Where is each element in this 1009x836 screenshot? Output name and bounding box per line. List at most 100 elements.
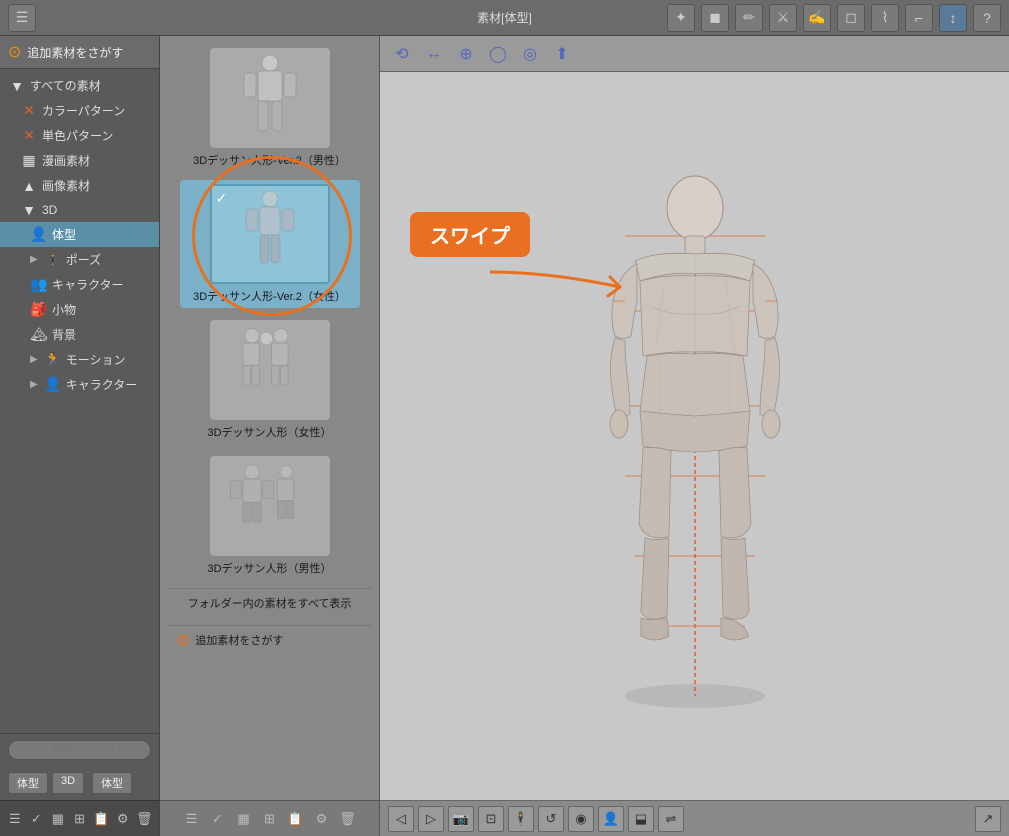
export-icon[interactable]: ↗ — [975, 806, 1001, 832]
sb-icon-3[interactable]: ▦ — [47, 808, 69, 830]
material-panel: 3Dデッサン人形-Ver.2（男性） ✓ — [160, 36, 380, 836]
mat-bottom-5[interactable]: 📋 — [285, 808, 307, 830]
sidebar-search — [0, 733, 159, 766]
toolbar-icon-6[interactable]: ◻ — [837, 4, 865, 32]
mat-bottom-1[interactable]: ☰ — [181, 808, 203, 830]
playback-next[interactable]: ▷ — [418, 806, 444, 832]
add-material-label: 追加素材をさがす — [195, 632, 283, 648]
sidebar-item-label: 体型 — [52, 226, 76, 243]
figure-icon[interactable]: 🕴 — [508, 806, 534, 832]
sidebar-item-mono[interactable]: ✕ 単色パターン — [0, 123, 159, 148]
anim-icon[interactable]: ◉ — [568, 806, 594, 832]
tag-body[interactable]: 体型 — [8, 772, 48, 794]
frame-icon[interactable]: ⊡ — [478, 806, 504, 832]
layers-icon[interactable]: ⬓ — [628, 806, 654, 832]
body-icon: 👤 — [30, 226, 48, 243]
sidebar-item-all[interactable]: ▼ すべての素材 — [0, 73, 159, 98]
material-item-female[interactable]: 3Dデッサン人形（女性） — [180, 316, 360, 444]
sidebar-item-body[interactable]: 👤 体型 — [0, 222, 159, 247]
toolbar-icon-2[interactable]: ◼ — [701, 4, 729, 32]
sidebar-bottom: ☰ ✓ ▦ ⊞ 📋 ⚙ 🗑 — [0, 800, 159, 836]
material-item-male-v2[interactable]: 3Dデッサン人形-Ver.2（男性） — [180, 44, 360, 172]
toolbar-icon-5[interactable]: ✍ — [803, 4, 831, 32]
sb-icon-4[interactable]: ⊞ — [69, 808, 91, 830]
sb-icon-5[interactable]: 📋 — [90, 808, 112, 830]
mono-icon: ✕ — [20, 127, 38, 144]
canvas-bottom-left: ◁ ▷ 📷 ⊡ 🕴 ↺ ◉ 👤 ⬓ ⇌ — [388, 806, 684, 832]
swipe-label: スワイプ — [410, 212, 530, 257]
bg-icon: 🏔 — [30, 326, 48, 343]
canvas-icon-up[interactable]: ⬆ — [548, 40, 576, 68]
canvas-icon-scale[interactable]: ⊕ — [452, 40, 480, 68]
canvas-icon-move[interactable]: ↔ — [420, 40, 448, 68]
toolbar-icon-4[interactable]: ⚔ — [769, 4, 797, 32]
sidebar-item-label: キャラクター — [52, 276, 124, 293]
mat-bottom-2[interactable]: ✓ — [207, 808, 229, 830]
person-icon[interactable]: 👤 — [598, 806, 624, 832]
material-thumb-female — [210, 320, 330, 420]
menu-icon[interactable]: ☰ — [8, 4, 36, 32]
left-sidebar: ⊙ 追加素材をさがす ▼ すべての素材 ✕ カラーパターン ✕ 単色パターン ▦… — [0, 36, 160, 836]
mat-bottom-3[interactable]: ▦ — [233, 808, 255, 830]
toolbar-icon-7[interactable]: ⌇ — [871, 4, 899, 32]
pose-icon: 🕴 — [44, 251, 62, 268]
toolbar-icon-3[interactable]: ✏ — [735, 4, 763, 32]
sb-icon-6[interactable]: ⚙ — [112, 808, 134, 830]
help-icon[interactable]: ? — [973, 4, 1001, 32]
mat-bottom-4[interactable]: ⊞ — [259, 808, 281, 830]
sidebar-item-manga[interactable]: ▦ 漫画素材 — [0, 148, 159, 173]
char2-icon: 👤 — [44, 376, 62, 393]
material-thumb-male-v2 — [210, 48, 330, 148]
sidebar-item-label: 単色パターン — [42, 127, 113, 144]
folder-show-all[interactable]: フォルダー内の素材をすべて表示 — [168, 588, 371, 617]
canvas-icon-select[interactable]: ◯ — [484, 40, 512, 68]
sidebar-item-bg[interactable]: 🏔 背景 — [0, 322, 159, 347]
canvas-main[interactable]: スワイプ — [380, 72, 1009, 800]
window-title: 素材[体型] — [477, 9, 532, 26]
sidebar-item-pose[interactable]: ▶ 🕴 ポーズ — [0, 247, 159, 272]
manga-icon: ▦ — [20, 152, 38, 169]
material-label-3: 3Dデッサン人形（女性） — [207, 424, 331, 440]
sb-icon-2[interactable]: ✓ — [26, 808, 48, 830]
pose-arrow: ▶ — [30, 254, 38, 265]
canvas-bottom-right: ↗ — [975, 806, 1001, 832]
sidebar-item-props[interactable]: 🎒 小物 — [0, 297, 159, 322]
sidebar-item-3d[interactable]: ▼ 3D — [0, 198, 159, 222]
material-item-female-v2[interactable]: ✓ 3Dデッサン人形-Ver.2（女性） — [180, 180, 360, 308]
material-item-male[interactable]: 3Dデッサン人形（男性） — [180, 452, 360, 580]
canvas-icon-rotate[interactable]: ⟲ — [388, 40, 416, 68]
toolbar-icon-8[interactable]: ⌐ — [905, 4, 933, 32]
mat-bottom-6[interactable]: ⚙ — [311, 808, 333, 830]
sidebar-item-character[interactable]: 👥 キャラクター — [0, 272, 159, 297]
sidebar-item-label: 漫画素材 — [42, 152, 90, 169]
sb-icon-1[interactable]: ☰ — [4, 808, 26, 830]
canvas-area: ⟲ ↔ ⊕ ◯ ◎ ⬆ — [380, 36, 1009, 836]
add-material-label: 追加素材をさがす — [27, 44, 123, 61]
expand-icon: ▼ — [8, 78, 26, 94]
canvas-bottom: ◁ ▷ 📷 ⊡ 🕴 ↺ ◉ 👤 ⬓ ⇌ ↗ — [380, 800, 1009, 836]
search-input[interactable] — [8, 740, 151, 760]
toolbar-icon-1[interactable]: ✦ — [667, 4, 695, 32]
canvas-icon-circle[interactable]: ◎ — [516, 40, 544, 68]
3d-icon: ▼ — [20, 202, 38, 218]
add-material-top[interactable]: ⊙ 追加素材をさがす — [0, 36, 159, 69]
sidebar-item-label: ポーズ — [66, 251, 101, 268]
rotate-icon[interactable]: ↺ — [538, 806, 564, 832]
playback-prev[interactable]: ◁ — [388, 806, 414, 832]
material-label-4: 3Dデッサン人形（男性） — [207, 560, 331, 576]
sidebar-item-character2[interactable]: ▶ 👤 キャラクター — [0, 372, 159, 397]
tag-body2[interactable]: 体型 — [92, 772, 132, 794]
sidebar-item-image[interactable]: ▲ 画像素材 — [0, 173, 159, 198]
toolbar-icon-9[interactable]: ↕ — [939, 4, 967, 32]
material-label-2: 3Dデッサン人形-Ver.2（女性） — [193, 288, 346, 304]
tag-3d[interactable]: 3D — [52, 772, 84, 794]
merge-icon[interactable]: ⇌ — [658, 806, 684, 832]
mat-bottom-7[interactable]: 🗑 — [337, 808, 359, 830]
add-material-row[interactable]: ⊙ 追加素材をさがす — [168, 625, 371, 654]
camera-icon[interactable]: 📷 — [448, 806, 474, 832]
add-material-icon: ⊙ — [176, 630, 189, 650]
sidebar-item-motion[interactable]: ▶ 🏃 モーション — [0, 347, 159, 372]
sidebar-item-color[interactable]: ✕ カラーパターン — [0, 98, 159, 123]
sidebar-nav: ▼ すべての素材 ✕ カラーパターン ✕ 単色パターン ▦ 漫画素材 ▲ 画像素… — [0, 69, 159, 733]
sb-icon-7[interactable]: 🗑 — [133, 808, 155, 830]
